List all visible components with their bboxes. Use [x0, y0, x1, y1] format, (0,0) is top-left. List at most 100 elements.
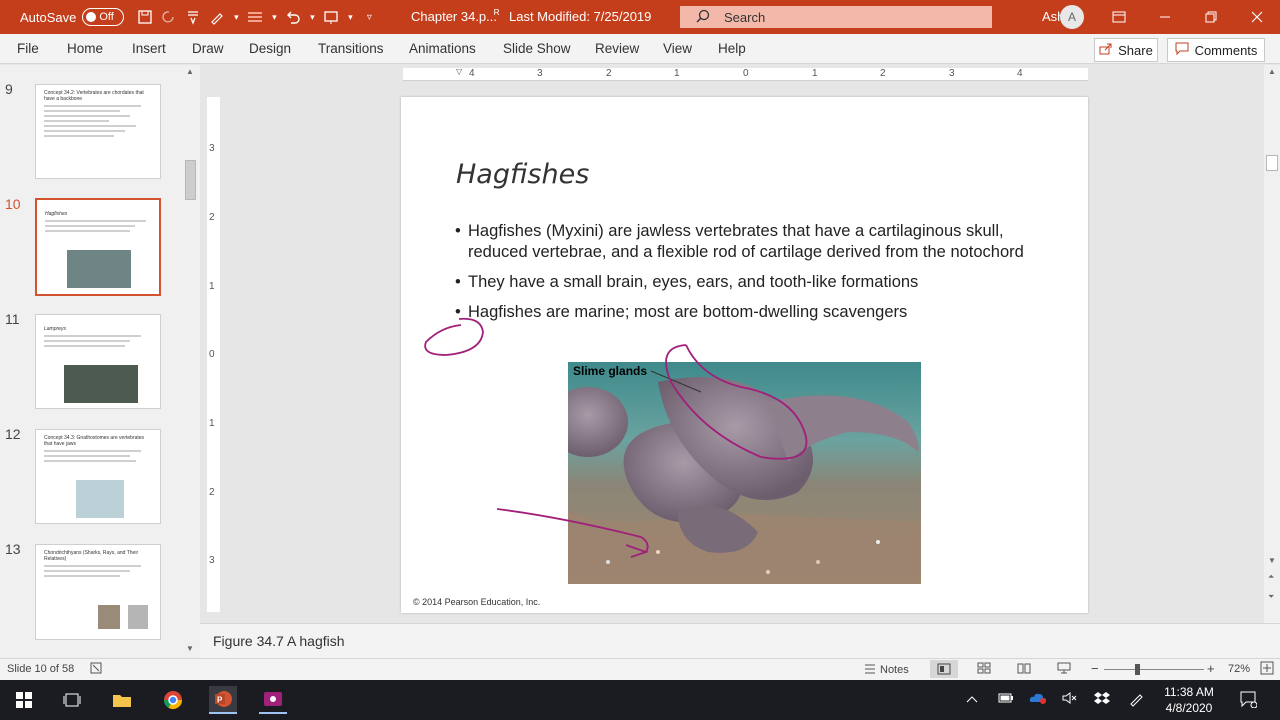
chevron-down-icon[interactable]: ▾: [344, 6, 356, 28]
notes-text[interactable]: Figure 34.7 A hagfish: [213, 633, 345, 649]
redo-icon[interactable]: [158, 6, 180, 28]
tab-help[interactable]: Help: [718, 41, 746, 56]
tab-slide-show[interactable]: Slide Show: [503, 41, 571, 56]
slide-thumbnail-9[interactable]: Concept 34.2: Vertebrates are chordates …: [35, 84, 161, 179]
thumbnail-number: 11: [5, 311, 20, 327]
minimize-icon[interactable]: [1142, 0, 1188, 34]
ray-thumbnail-image: [128, 605, 148, 629]
thumbnail-number: 13: [5, 541, 21, 557]
document-title[interactable]: Chapter 34.p...: [411, 9, 497, 24]
indent-marker-icon[interactable]: ▽: [456, 67, 462, 76]
notifications-icon[interactable]: [1239, 690, 1258, 711]
task-view-icon[interactable]: [58, 686, 86, 714]
slide-sorter-icon[interactable]: [977, 662, 991, 677]
undo-icon[interactable]: [282, 6, 304, 28]
diagram-thumbnail-image: [76, 480, 124, 518]
fit-to-window-icon[interactable]: [1260, 661, 1274, 678]
autosave-label: AutoSave: [20, 9, 77, 25]
clock-time: 11:38 AM: [1164, 685, 1214, 699]
tab-insert[interactable]: Insert: [132, 41, 166, 56]
zoom-slider-thumb[interactable]: [1135, 664, 1140, 675]
close-icon[interactable]: [1234, 0, 1280, 34]
thumbnail-scrollbar[interactable]: ▲ ▼: [183, 65, 198, 658]
previous-slide-icon[interactable]: ⏶: [1268, 572, 1274, 582]
scroll-up-icon[interactable]: ▲: [1268, 67, 1276, 76]
touch-mode-icon[interactable]: [182, 6, 204, 28]
comment-icon: [1175, 42, 1189, 58]
onedrive-icon[interactable]: [1029, 691, 1047, 708]
slide-show-icon[interactable]: [1057, 662, 1071, 677]
customize-toolbar-icon[interactable]: ▿: [358, 6, 380, 28]
slide-scrollbar[interactable]: ▲ ▼ ⏶ ⏷ ⏶ ⏷: [1264, 65, 1280, 658]
tab-view[interactable]: View: [663, 41, 692, 56]
notes-button[interactable]: Notes: [864, 662, 909, 677]
thumbnail-scroll-thumb[interactable]: [185, 160, 196, 200]
tab-draw[interactable]: Draw: [192, 41, 224, 56]
save-icon[interactable]: [134, 6, 156, 28]
tab-design[interactable]: Design: [249, 41, 291, 56]
search-placeholder: Search: [724, 9, 766, 25]
notes-pane[interactable]: Figure 34.7 A hagfish: [200, 623, 1280, 658]
notes-label: Notes: [880, 663, 909, 676]
tab-file[interactable]: File: [17, 41, 39, 56]
windows-start-icon[interactable]: [10, 686, 38, 714]
thumbnail-number: 10: [5, 196, 21, 212]
line-style-icon[interactable]: [244, 6, 266, 28]
screen-recorder-icon[interactable]: [259, 686, 287, 714]
next-slide-icon[interactable]: ⏷: [1268, 592, 1274, 602]
comments-button[interactable]: Comments: [1167, 38, 1265, 62]
chrome-icon[interactable]: [159, 686, 187, 714]
hagfish-thumbnail-image: [67, 250, 131, 288]
tab-transitions[interactable]: Transitions: [318, 41, 384, 56]
pen-icon[interactable]: [206, 6, 228, 28]
search-box[interactable]: Search: [680, 6, 992, 28]
comments-label: Comments: [1194, 42, 1258, 58]
slide-scroll-thumb[interactable]: [1266, 155, 1278, 171]
tab-home[interactable]: Home: [67, 41, 103, 56]
zoom-in-icon[interactable]: +: [1207, 661, 1215, 676]
reading-view-icon[interactable]: [1017, 662, 1031, 677]
autosave-toggle[interactable]: Off: [82, 8, 125, 26]
normal-view-icon[interactable]: [930, 660, 958, 678]
file-explorer-icon[interactable]: [108, 686, 136, 714]
chevron-down-icon[interactable]: ▾: [268, 6, 280, 28]
presentation-icon[interactable]: [320, 6, 342, 28]
tab-review[interactable]: Review: [595, 41, 639, 56]
zoom-slider[interactable]: [1104, 669, 1204, 670]
zoom-out-icon[interactable]: −: [1091, 661, 1099, 676]
avatar[interactable]: A: [1060, 5, 1084, 29]
status-bar: Slide 10 of 58 Notes − + 72%: [0, 658, 1280, 680]
search-icon: [696, 9, 710, 26]
dropbox-icon[interactable]: [1094, 691, 1110, 708]
zoom-level[interactable]: 72%: [1228, 663, 1250, 675]
scroll-down-icon[interactable]: ▼: [186, 644, 194, 653]
title-bar: AutoSave Off ▾ ▾ ▾ ▾ ▿ Chapter 34.p... ᴿ…: [0, 0, 1280, 34]
copyright-text: © 2014 Pearson Education, Inc.: [413, 597, 541, 607]
ink-annotations: [424, 317, 808, 558]
battery-icon[interactable]: [998, 692, 1014, 707]
thumbnail-title: Concept 34.3: Gnathostomes are vertebrat…: [44, 435, 145, 447]
tab-animations[interactable]: Animations: [409, 41, 476, 56]
svg-text:P: P: [217, 696, 223, 705]
pen-workspace-icon[interactable]: [1128, 691, 1144, 710]
share-button[interactable]: Share: [1094, 38, 1158, 62]
chevron-down-icon[interactable]: ▾: [306, 6, 318, 28]
volume-muted-icon[interactable]: [1062, 691, 1078, 708]
scroll-up-icon[interactable]: ▲: [186, 67, 194, 76]
slide-indicator: Slide 10 of 58: [7, 663, 75, 675]
accessibility-icon[interactable]: [89, 661, 103, 678]
restore-icon[interactable]: [1188, 0, 1234, 34]
scroll-down-icon[interactable]: ▼: [1268, 556, 1276, 565]
powerpoint-icon[interactable]: P: [209, 686, 237, 714]
slide-canvas[interactable]: Hagfishes Hagfishes (Myxini) are jawless…: [401, 97, 1088, 613]
slide-thumbnail-10[interactable]: Hagfishes: [35, 198, 161, 296]
show-hidden-icons-icon[interactable]: [966, 692, 978, 707]
taskbar-clock[interactable]: 11:38 AM 4/8/2020: [1158, 684, 1220, 716]
slide-thumbnail-13[interactable]: Chondrichthyans (Sharks, Rays, and Their…: [35, 544, 161, 640]
slide-thumbnail-12[interactable]: Concept 34.3: Gnathostomes are vertebrat…: [35, 429, 161, 524]
chevron-down-icon[interactable]: ▾: [230, 6, 242, 28]
slide-thumbnail-11[interactable]: Lampreys: [35, 314, 161, 409]
ribbon-display-options-icon[interactable]: [1096, 0, 1142, 34]
ribbon-tabs: File Home Insert Draw Design Transitions…: [0, 34, 1280, 64]
windows-taskbar: P 11:38 AM 4/8/2020: [0, 680, 1280, 720]
